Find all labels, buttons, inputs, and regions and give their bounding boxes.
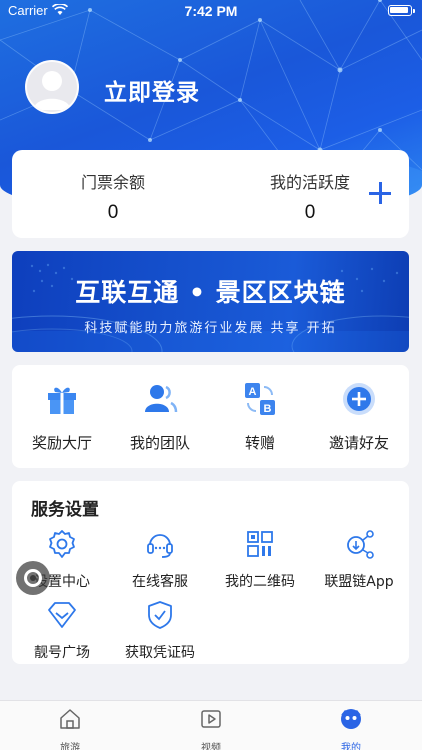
- quick-actions-card: 奖励大厅 我的团队 A B 转赠 邀请好友: [12, 365, 409, 468]
- voucher-code-label: 获取凭证码: [125, 645, 195, 661]
- svg-text:A: A: [249, 386, 257, 398]
- invite-friends-button[interactable]: 邀请好友: [309, 381, 409, 453]
- tab-mine[interactable]: 我的: [311, 707, 391, 750]
- my-team-label: 我的团队: [129, 434, 190, 452]
- transfer-label: 转赠: [244, 434, 275, 452]
- reward-hall-label: 奖励大厅: [31, 434, 92, 452]
- tab-travel[interactable]: 旅游: [30, 707, 110, 750]
- stats-card: 门票余额 0 我的活跃度 0: [12, 150, 409, 238]
- chain-app-button[interactable]: 联盟链App: [309, 528, 409, 591]
- tab-mine-label: 我的: [341, 743, 361, 750]
- chain-app-label: 联盟链App: [324, 574, 394, 590]
- tab-travel-label: 旅游: [60, 743, 80, 750]
- voucher-code-button[interactable]: 获取凭证码: [110, 599, 210, 662]
- activity-score-label: 我的活跃度: [269, 173, 350, 192]
- headset-icon: [147, 534, 173, 558]
- gift-icon: [48, 387, 76, 414]
- tab-video[interactable]: 视频: [171, 707, 251, 750]
- online-service-label: 在线客服: [132, 574, 188, 590]
- my-qrcode-label: 我的二维码: [225, 574, 295, 590]
- battery-icon: [388, 5, 415, 16]
- reward-hall-button[interactable]: 奖励大厅: [12, 381, 112, 453]
- services-card: 服务设置 设置中心 在线客服 我的二维码 联盟链App 靓号广场 获取凭证码: [12, 481, 409, 664]
- lucky-number-button[interactable]: 靓号广场: [12, 599, 112, 662]
- chain-app-icon: [347, 530, 374, 559]
- banner-title: 互联互通 • 景区区块链: [75, 278, 346, 307]
- tab-video-label: 视频: [201, 743, 221, 750]
- svg-text:B: B: [264, 403, 272, 415]
- shield-check-icon: [148, 601, 172, 629]
- avatar[interactable]: [25, 60, 79, 114]
- my-team-button[interactable]: 我的团队: [110, 381, 210, 453]
- services-title: 服务设置: [31, 500, 99, 520]
- clock: 7:42 PM: [184, 3, 238, 19]
- add-icon[interactable]: [367, 180, 393, 206]
- banner-subtitle: 科技赋能助力旅游行业发展 共享 开拓: [84, 321, 337, 336]
- lucky-number-label: 靓号广场: [34, 645, 90, 661]
- login-link[interactable]: 立即登录: [104, 73, 200, 107]
- invite-icon: [343, 383, 375, 415]
- status-bar: Carrier 7:42 PM: [0, 0, 422, 22]
- diamond-icon: [48, 602, 76, 628]
- activity-score-value: 0: [304, 202, 316, 223]
- profile-icon: [341, 709, 361, 729]
- home-icon: [60, 709, 80, 729]
- qrcode-icon: [247, 531, 273, 557]
- my-qrcode-button[interactable]: 我的二维码: [210, 528, 310, 591]
- assistive-touch-button[interactable]: [16, 561, 50, 595]
- invite-friends-label: 邀请好友: [328, 434, 389, 452]
- transfer-button[interactable]: A B 转赠: [210, 381, 310, 453]
- tab-bar: 旅游 视频 我的: [0, 700, 422, 750]
- user-avatar-icon: [33, 71, 71, 110]
- video-icon: [201, 710, 221, 728]
- ticket-balance-label: 门票余额: [80, 173, 145, 192]
- settings-icon: [49, 530, 75, 558]
- promo-banner[interactable]: 互联互通 • 景区区块链 科技赋能助力旅游行业发展 共享 开拓: [12, 251, 409, 352]
- activity-score[interactable]: 我的活跃度 0: [230, 169, 390, 224]
- team-icon: [145, 385, 178, 413]
- ticket-balance-value: 0: [107, 202, 119, 223]
- transfer-icon: A B: [245, 383, 275, 415]
- ticket-balance[interactable]: 门票余额 0: [33, 169, 193, 224]
- online-service-button[interactable]: 在线客服: [110, 528, 210, 591]
